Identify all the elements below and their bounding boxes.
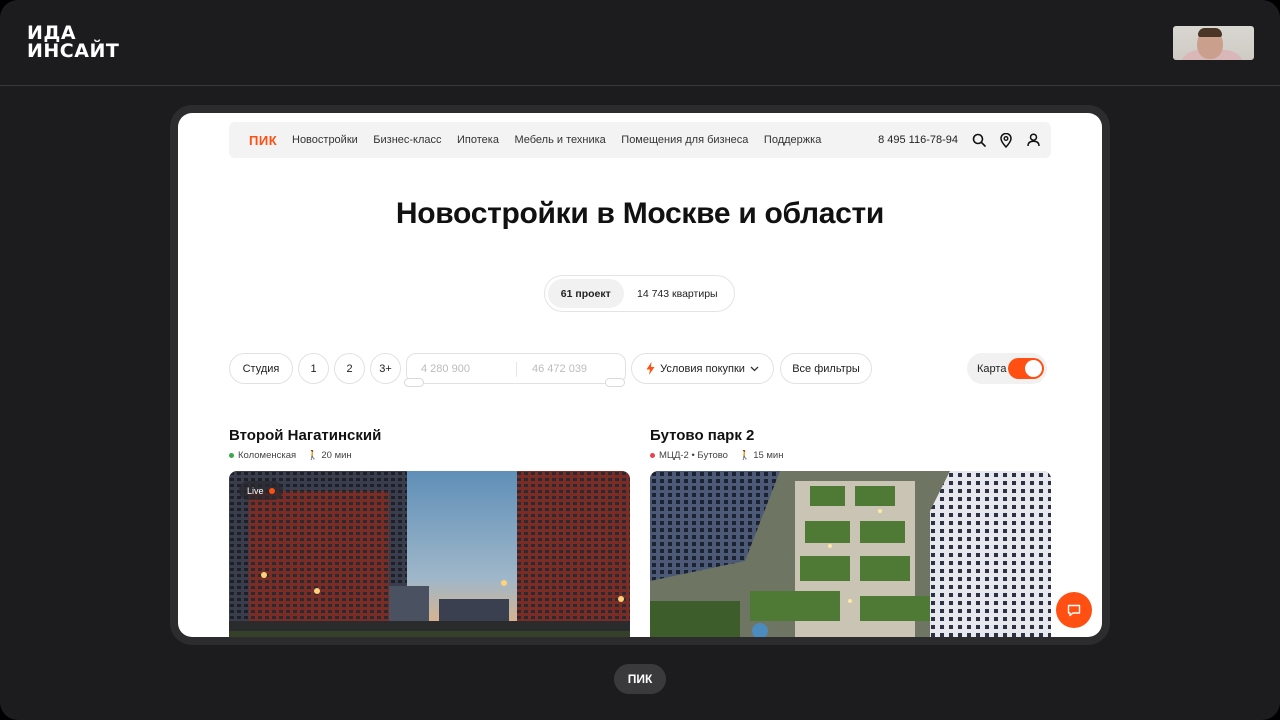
filter-rooms-1[interactable]: 1 (298, 353, 329, 384)
speaker-webcam (1173, 26, 1254, 60)
project-meta: Коломенская 🚶 20 мин (229, 450, 630, 461)
filter-rooms-3plus[interactable]: 3+ (370, 353, 401, 384)
map-toggle-label: Карта (977, 362, 1007, 375)
map-toggle[interactable]: Карта (967, 353, 1047, 384)
filter-rooms-2[interactable]: 2 (334, 353, 365, 384)
project-photo[interactable] (650, 471, 1051, 637)
user-icon[interactable] (1025, 132, 1041, 148)
project-title[interactable]: Второй Нагатинский (229, 427, 630, 444)
price-slider-min-handle[interactable] (404, 378, 424, 387)
presentation-frame: ИДА ИНСАЙТ ПИК Новостройки Бизнес-класс … (0, 0, 1280, 720)
live-badge-label: Live (247, 485, 264, 496)
walk-time: 15 мин (753, 450, 784, 461)
project-card[interactable]: Второй Нагатинский Коломенская 🚶 20 мин (229, 427, 630, 637)
tab-apartments[interactable]: 14 743 квартиры (624, 279, 731, 308)
nav-item-support[interactable]: Поддержка (764, 134, 821, 146)
slide-caption: ПИК (614, 664, 666, 694)
brand-line-2: ИНСАЙТ (27, 40, 120, 62)
project-photo[interactable]: Live (229, 471, 630, 637)
chat-button[interactable] (1056, 592, 1092, 628)
filters-bar: Студия 1 2 3+ Условия покупки Все фильтр… (229, 353, 1051, 387)
metro-station: МЦД-2 • Бутово (659, 450, 728, 461)
phone-number[interactable]: 8 495 116-78-94 (878, 134, 958, 146)
project-card[interactable]: Бутово парк 2 МЦД-2 • Бутово 🚶 15 мин (650, 427, 1051, 637)
nav-item-commercial[interactable]: Помещения для бизнеса (621, 134, 748, 146)
metro-line-dot (229, 453, 234, 458)
walking-icon: 🚶 (307, 450, 319, 460)
map-switch[interactable] (1008, 358, 1044, 379)
chat-icon (1067, 604, 1081, 616)
tab-projects[interactable]: 61 проект (548, 279, 624, 308)
all-filters-button[interactable]: Все фильтры (780, 353, 872, 384)
nav-item-business-class[interactable]: Бизнес-класс (373, 134, 441, 146)
live-badge: Live (239, 481, 283, 500)
project-meta: МЦД-2 • Бутово 🚶 15 мин (650, 450, 1051, 461)
metro-station: Коломенская (238, 450, 297, 461)
filter-studio[interactable]: Студия (229, 353, 293, 384)
brand-logo: ИДА ИНСАЙТ (27, 24, 120, 62)
nav-item-novostroyki[interactable]: Новостройки (292, 134, 358, 146)
metro-line-dot (650, 453, 655, 458)
price-range (406, 353, 626, 384)
walking-icon: 🚶 (738, 450, 751, 460)
purchase-terms-dropdown[interactable]: Условия покупки (631, 353, 774, 384)
nav-item-mortgage[interactable]: Ипотека (457, 134, 499, 146)
nav-item-furniture[interactable]: Мебель и техника (514, 134, 605, 146)
page-title: Новостройки в Москве и области (395, 197, 885, 230)
search-icon[interactable] (971, 132, 987, 148)
price-max-input[interactable] (532, 360, 622, 378)
price-min-input[interactable] (421, 360, 511, 378)
price-slider-max-handle[interactable] (605, 378, 625, 387)
header-divider (0, 85, 1280, 86)
lightning-icon (646, 362, 655, 375)
location-pin-icon[interactable] (998, 132, 1014, 148)
site-logo[interactable]: ПИК (249, 133, 283, 148)
walk-time: 20 мин (321, 450, 352, 461)
website-screen: ПИК Новостройки Бизнес-класс Ипотека Меб… (178, 113, 1102, 637)
projects-apartments-switch: 61 проект 14 743 квартиры (544, 275, 735, 312)
site-navbar: ПИК Новостройки Бизнес-класс Ипотека Меб… (229, 122, 1051, 158)
nav-right: 8 495 116-78-94 (878, 122, 1041, 158)
purchase-terms-label: Условия покупки (660, 362, 745, 375)
live-indicator-dot (268, 487, 275, 494)
project-title[interactable]: Бутово парк 2 (650, 427, 1051, 444)
nav-links: Новостройки Бизнес-класс Ипотека Мебель … (292, 134, 837, 146)
chevron-down-icon (750, 366, 759, 371)
